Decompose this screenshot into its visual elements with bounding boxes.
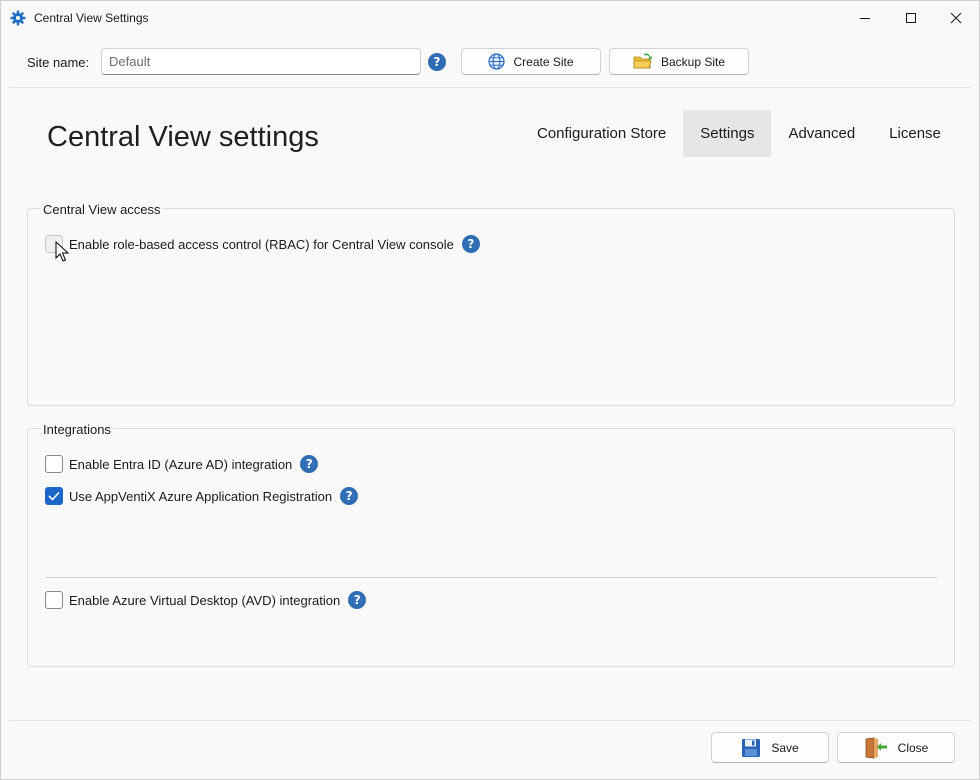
rbac-option[interactable]: Enable role-based access control (RBAC) …	[45, 235, 480, 253]
tab-license[interactable]: License	[872, 110, 958, 157]
site-name-help-icon[interactable]: ?	[428, 53, 446, 71]
entra-help-icon[interactable]: ?	[300, 455, 319, 473]
avd-label: Enable Azure Virtual Desktop (AVD) integ…	[69, 592, 341, 608]
appventix-checkbox[interactable]	[45, 487, 63, 505]
rbac-label: Enable role-based access control (RBAC) …	[69, 236, 454, 252]
central-view-access-title: Central View access	[41, 202, 163, 217]
minimize-button[interactable]	[842, 1, 888, 35]
globe-icon	[488, 53, 506, 70]
entra-label: Enable Entra ID (Azure AD) integration	[69, 456, 293, 472]
title-bar[interactable]: Central View Settings	[1, 1, 979, 35]
tab-settings[interactable]: Settings	[683, 110, 772, 157]
settings-window: Central View Settings Site name: ? Creat…	[0, 0, 980, 780]
create-site-button[interactable]: Create Site	[461, 48, 601, 75]
close-label: Close	[897, 740, 929, 755]
integrations-title: Integrations	[41, 422, 113, 437]
rbac-help-icon[interactable]: ?	[461, 235, 480, 253]
minimize-icon	[860, 18, 870, 19]
site-name-input[interactable]	[101, 48, 421, 75]
checkmark-icon	[48, 491, 60, 501]
avd-option[interactable]: Enable Azure Virtual Desktop (AVD) integ…	[45, 591, 367, 609]
appventix-label: Use AppVentiX Azure Application Registra…	[69, 488, 333, 504]
appventix-option[interactable]: Use AppVentiX Azure Application Registra…	[45, 487, 359, 505]
create-site-label: Create Site	[513, 54, 574, 69]
mouse-cursor-icon	[55, 241, 69, 262]
integrations-divider	[45, 577, 937, 578]
close-button[interactable]: Close	[837, 732, 955, 763]
appventix-help-icon[interactable]: ?	[340, 487, 359, 505]
avd-help-icon[interactable]: ?	[348, 591, 367, 609]
entra-option[interactable]: Enable Entra ID (Azure AD) integration ?	[45, 455, 319, 473]
gear-icon	[10, 10, 26, 26]
tab-advanced[interactable]: Advanced	[771, 110, 872, 157]
close-window-button[interactable]	[933, 1, 979, 35]
page-title: Central View settings	[47, 121, 319, 153]
footer-divider	[9, 720, 971, 721]
window-title: Central View Settings	[34, 11, 149, 25]
tab-configuration-store[interactable]: Configuration Store	[520, 110, 683, 157]
site-name-label: Site name:	[27, 55, 90, 70]
backup-site-button[interactable]: Backup Site	[609, 48, 749, 75]
maximize-icon	[906, 13, 916, 23]
tab-bar: Configuration Store Settings Advanced Li…	[520, 110, 958, 157]
save-button[interactable]: Save	[711, 732, 829, 763]
avd-checkbox[interactable]	[45, 591, 63, 609]
maximize-button[interactable]	[888, 1, 934, 35]
floppy-disk-icon	[742, 738, 761, 757]
exit-door-icon	[865, 737, 887, 758]
folder-backup-icon	[633, 53, 652, 69]
toolbar-divider	[9, 87, 971, 88]
backup-site-label: Backup Site	[660, 54, 726, 69]
save-label: Save	[771, 740, 799, 755]
close-icon	[950, 12, 962, 24]
entra-checkbox[interactable]	[45, 455, 63, 473]
